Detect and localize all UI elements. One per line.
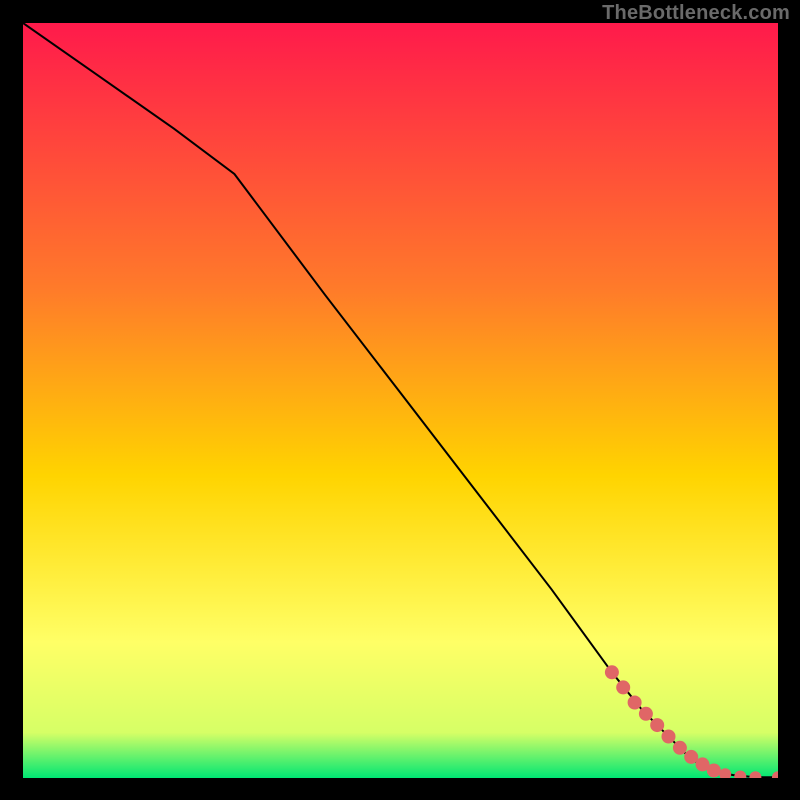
data-marker — [673, 741, 687, 755]
data-marker — [616, 680, 630, 694]
chart-stage: TheBottleneck.com — [0, 0, 800, 800]
data-marker — [707, 764, 721, 778]
gradient-background — [23, 23, 778, 778]
watermark-text: TheBottleneck.com — [602, 2, 790, 25]
plot-area — [23, 23, 778, 778]
data-marker — [650, 718, 664, 732]
data-marker — [628, 696, 642, 710]
data-marker — [662, 730, 676, 744]
data-marker — [605, 665, 619, 679]
data-marker — [639, 707, 653, 721]
chart-svg — [23, 23, 778, 778]
